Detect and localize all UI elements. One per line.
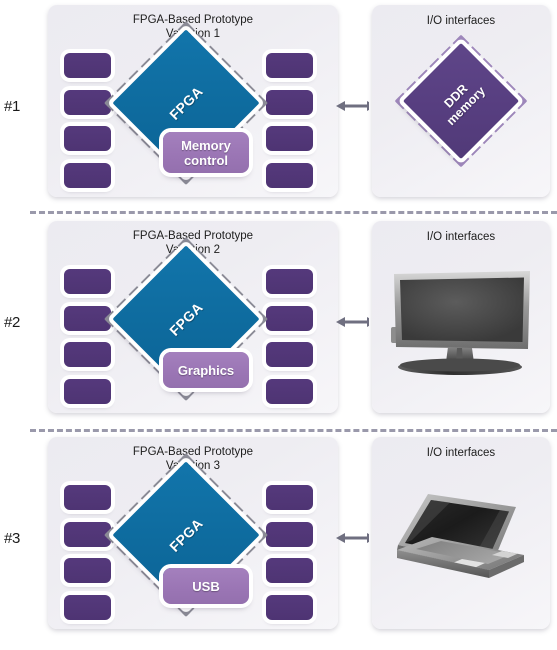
prototype-panel-2: FPGA-Based Prototype Variation 2 FPGA Gr… [48,221,338,413]
left-port-block [64,595,111,620]
left-port-block [64,53,111,78]
io-panel-title-3: I/O interfaces [426,447,496,459]
ddr-memory-label: DDR memory [441,81,489,129]
diagram-canvas: #1 FPGA-Based Prototype Variation 1 FPGA… [0,0,557,650]
double-arrow-icon [336,101,376,111]
double-arrow-icon [336,533,376,543]
variation-row-3: #3 FPGA-Based Prototype Variation 3 FPGA… [0,432,557,647]
left-port-block [64,485,111,510]
left-port-block [64,379,111,404]
right-port-block [266,595,313,620]
row-number-label-2: #2 [4,314,21,331]
right-port-block [266,558,313,583]
variation-row-2: #2 FPGA-Based Prototype Variation 2 FPGA… [0,216,557,431]
variation-row-1: #1 FPGA-Based Prototype Variation 1 FPGA… [0,0,557,215]
right-port-block [266,485,313,510]
right-port-block [266,379,313,404]
row-number-label-1: #1 [4,98,21,115]
left-port-block [64,126,111,151]
io-panel-title-1: I/O interfaces [426,15,496,27]
right-port-block [266,126,313,151]
core-function-block-1: Memory control [163,132,249,173]
left-port-block [64,163,111,188]
right-port-block [266,53,313,78]
connector-arrow-2 [336,314,376,330]
left-port-block [64,558,111,583]
monitor-icon [391,271,530,375]
io-panel-title-2: I/O interfaces [426,231,496,243]
left-port-block [64,342,111,367]
core-function-block-2: Graphics [163,352,249,388]
laptop-icon [397,494,524,578]
laptop-device-image [388,485,534,595]
row-number-label-3: #3 [4,530,21,547]
ddr-memory-chip: DDR memory [394,34,528,168]
right-port-block [266,522,313,547]
connector-arrow-3 [336,530,376,546]
prototype-panel-1: FPGA-Based Prototype Variation 1 FPGA Me… [48,5,338,197]
io-panel-2: I/O interfaces [372,221,550,413]
right-port-block [266,342,313,367]
right-port-block [266,163,313,188]
io-panel-1: I/O interfaces DDR memory [372,5,550,197]
connector-arrow-1 [336,98,376,114]
monitor-device-image [388,269,534,379]
double-arrow-icon [336,317,376,327]
right-port-block [266,306,313,331]
right-port-block [266,90,313,115]
core-function-block-3: USB [163,568,249,604]
io-panel-3: I/O interfaces [372,437,550,629]
row-divider-1 [30,211,557,214]
left-port-block [64,269,111,294]
prototype-panel-3: FPGA-Based Prototype Variation 3 FPGA US… [48,437,338,629]
right-port-block [266,269,313,294]
